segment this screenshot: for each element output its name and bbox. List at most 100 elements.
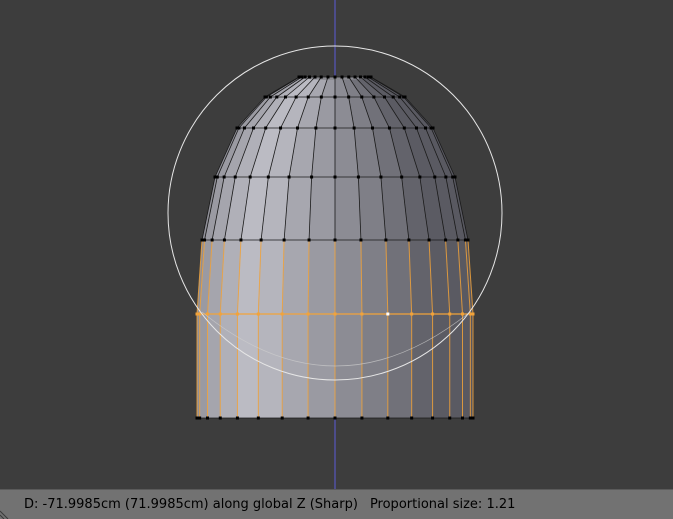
mesh-vertex [369,75,373,79]
mesh-vertex [203,238,207,242]
selected-vertex [256,312,260,316]
mesh-vertex [282,238,286,242]
mesh-vertex [347,95,351,99]
mesh-face [408,240,433,314]
mesh-vertex [456,238,460,242]
mesh-vertex [300,75,304,79]
mesh-vertex [333,95,337,99]
mesh-vertex [275,95,279,99]
mesh-vertex [387,126,391,130]
mesh-vertex [347,75,351,79]
mesh-vertex [333,175,337,179]
mesh-vertex [308,75,312,79]
mesh-vertex [319,95,323,99]
mesh-vertex [279,126,283,130]
mesh-vertex [382,95,386,99]
mesh-vertex [239,238,243,242]
mesh-vertex [295,126,299,130]
mesh-vertex [410,416,414,420]
mesh-vertex [198,416,202,420]
mesh-vertex [242,126,246,130]
mesh-face [207,314,221,418]
mesh-vertex [256,416,260,420]
mesh-face [335,240,362,314]
mesh-vertex [222,238,226,242]
mesh-vertex [431,126,435,130]
selected-vertex [360,312,364,316]
selected-vertex [460,312,464,316]
mesh-vertex [353,75,357,79]
transform-info-text: D: -71.9985cm (71.9985cm) along global Z… [24,497,358,512]
mesh-vertex [363,75,367,79]
mesh-vertex [359,238,363,242]
mesh-vertex [259,238,263,242]
mesh-vertex [466,238,470,242]
mesh-vertex [266,175,270,179]
mesh-vertex [407,238,411,242]
mesh-face [237,314,259,418]
mesh-face [282,240,310,314]
mesh-vertex [294,95,298,99]
selected-vertex [195,312,199,316]
mesh-vertex [444,238,448,242]
mesh-vertex [371,126,375,130]
selected-vertex [306,312,310,316]
mesh-face [387,314,412,418]
mesh-face [432,314,450,418]
proportional-size-text: Proportional size: 1.21 [369,497,516,512]
viewport-canvas[interactable] [0,0,673,489]
mesh-vertex [314,126,318,130]
mesh-face [258,240,285,314]
mesh-face [220,314,238,418]
mesh-vertex [218,416,222,420]
mesh-vertex [471,416,475,420]
mesh-vertex [414,126,418,130]
mesh-vertex [333,416,337,420]
mesh-vertex [326,75,330,79]
mesh-vertex [306,416,310,420]
mesh-vertex [233,175,237,179]
mesh-vertex [400,175,404,179]
mesh-vertex [398,95,402,99]
mesh-vertex [235,416,239,420]
mesh-vertex [307,238,311,242]
mesh-vertex [444,175,448,179]
mesh-vertex [468,416,472,420]
selected-vertex [218,312,222,316]
mesh-vertex [303,75,307,79]
mesh-face [309,177,335,240]
mesh-vertex [248,175,252,179]
mesh-face [361,314,388,418]
mesh-vertex [237,126,241,130]
mesh-vertex [372,95,376,99]
mesh-face [411,314,433,418]
mesh-vertex [319,75,323,79]
mesh-vertex [402,126,406,130]
mesh-vertex [386,416,390,420]
mesh-object[interactable] [195,75,475,420]
mesh-vertex [427,238,431,242]
mesh-vertex [195,416,199,420]
mesh-vertex [360,416,364,420]
mesh-vertex [352,126,356,130]
3d-viewport[interactable] [0,0,673,489]
mesh-vertex [433,175,437,179]
mesh-vertex [206,416,210,420]
mesh-face [237,240,262,314]
mesh-face [462,314,471,418]
mesh-face [258,314,283,418]
mesh-vertex [391,95,395,99]
mesh-vertex [360,95,364,99]
mesh-vertex [287,175,291,179]
mesh-vertex [356,175,360,179]
resize-corner-icon[interactable] [0,507,12,519]
selected-vertex [333,312,337,316]
mesh-vertex [215,175,219,179]
selected-vertex [410,312,414,316]
mesh-vertex [403,95,407,99]
mesh-vertex [358,75,362,79]
mesh-face [360,240,388,314]
mesh-vertex [448,416,452,420]
mesh-vertex [264,126,268,130]
mesh-vertex [424,126,428,130]
